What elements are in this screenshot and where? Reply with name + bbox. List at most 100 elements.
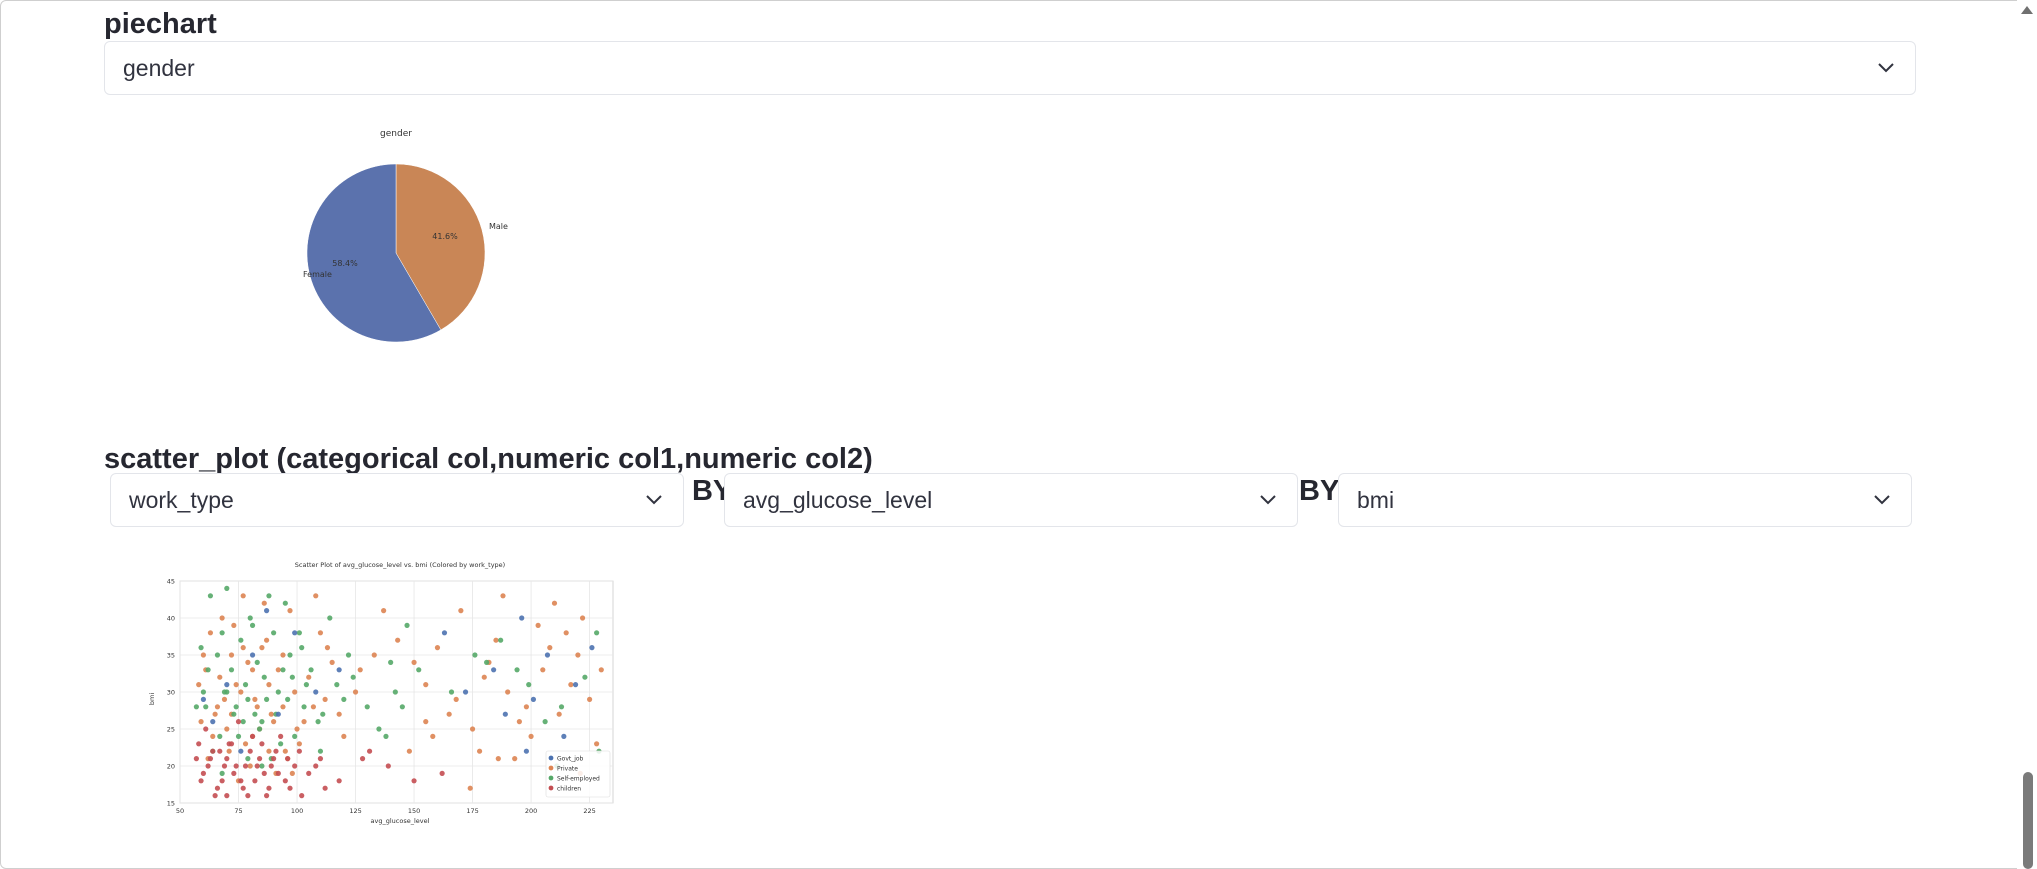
scatter-point-children — [264, 793, 270, 799]
scatter-point-self-employed — [364, 704, 370, 710]
scatter-point-private — [249, 667, 256, 673]
scatter-point-children — [266, 785, 272, 791]
scatter-numeric2-select[interactable]: bmi — [1338, 473, 1912, 527]
piechart-column-select[interactable]: gender — [104, 41, 1916, 95]
scatter-point-children — [385, 763, 391, 769]
scatter-point-private — [329, 659, 335, 665]
scatter-point-children — [245, 793, 251, 799]
scatter-point-govt_job — [441, 630, 448, 636]
scatter-point-self-employed — [252, 711, 258, 717]
scroll-up-arrow-icon[interactable] — [2021, 6, 2033, 14]
scatter-point-private — [357, 667, 363, 673]
scrollbar-thumb[interactable] — [2023, 772, 2033, 869]
scatter-point-self-employed — [334, 682, 340, 688]
scatter-point-self-employed — [308, 667, 314, 673]
scatter-point-private — [228, 652, 235, 658]
scatter-point-self-employed — [256, 726, 263, 732]
scatter-point-private — [594, 741, 600, 747]
scatter-point-private — [336, 711, 342, 717]
scatter-point-self-employed — [376, 726, 382, 732]
legend-marker — [548, 775, 554, 781]
scatter-point-children — [238, 778, 244, 784]
legend-label: Govt_job — [557, 755, 584, 762]
legend-label: children — [557, 785, 581, 792]
scatter-point-private — [556, 711, 562, 717]
legend-label: Self-employed — [557, 775, 600, 782]
scatter-point-children — [224, 756, 230, 762]
chevron-down-icon — [1871, 489, 1893, 511]
scatter-point-govt_job — [572, 682, 579, 688]
scatter-point-self-employed — [259, 719, 265, 725]
scatter-select3-value: bmi — [1357, 486, 1395, 513]
scatter-point-self-employed — [399, 704, 405, 710]
scatter-point-self-employed — [231, 711, 237, 717]
scatter-point-private — [551, 600, 558, 606]
scatter-point-self-employed — [448, 689, 455, 695]
scatter-point-private — [219, 615, 225, 621]
scatter-point-private — [423, 719, 429, 725]
scatter-point-private — [240, 645, 246, 651]
scatter-point-self-employed — [242, 682, 249, 688]
scatter-point-self-employed — [247, 615, 253, 621]
scatter-point-self-employed — [315, 719, 321, 725]
x-tick-label: 175 — [466, 807, 478, 815]
scatter-point-self-employed — [388, 659, 394, 665]
pie-chart: gender Male Female 41.6% 58.4% — [303, 129, 508, 343]
legend-marker — [548, 765, 554, 771]
scatter-ylabel: bmi — [148, 693, 156, 705]
scatter-point-private — [292, 689, 298, 695]
scatter-point-children — [411, 778, 417, 784]
scatter-point-private — [261, 600, 267, 606]
scatter-point-children — [292, 763, 298, 769]
scatter-point-children — [235, 719, 242, 725]
scatter-point-private — [226, 748, 232, 754]
scatter-point-private — [264, 637, 270, 643]
scatter-point-self-employed — [542, 719, 548, 725]
scatter-point-private — [540, 667, 546, 673]
scatter-point-private — [271, 719, 277, 725]
chevron-down-icon — [1875, 57, 1897, 79]
scatter-point-govt_job — [292, 630, 298, 636]
scatter-point-children — [275, 770, 281, 776]
scatter-point-govt_job — [264, 608, 270, 614]
scatter-point-self-employed — [217, 733, 223, 739]
pie-label-male: Male — [489, 222, 508, 231]
scatter-point-private — [238, 689, 244, 695]
scatter-point-children — [196, 741, 202, 747]
scatter-point-private — [259, 645, 265, 651]
x-tick-label: 50 — [176, 807, 184, 815]
scatter-point-children — [287, 785, 293, 791]
scatter-point-children — [259, 741, 265, 747]
scatter-point-children — [439, 770, 445, 776]
scatter-point-private — [500, 593, 506, 599]
scatter-point-self-employed — [198, 645, 204, 651]
scatter-point-private — [214, 704, 221, 710]
scatter-point-self-employed — [320, 711, 326, 717]
scatter-point-govt_job — [491, 667, 497, 673]
scatter-point-private — [505, 689, 511, 695]
scatter-point-private — [547, 645, 553, 651]
pie-pct-female: 58.4% — [332, 259, 358, 268]
scatter-point-govt_job — [589, 645, 595, 651]
scatter-category-select[interactable]: work_type — [110, 473, 684, 527]
scatter-point-private — [254, 704, 260, 710]
scatter-xlabel: avg_glucose_level — [371, 817, 430, 825]
scatter-point-private — [313, 593, 319, 599]
scatter-point-private — [196, 682, 202, 688]
scatter-point-private — [207, 630, 214, 636]
scatter-point-govt_job — [249, 652, 256, 658]
scatter-point-children — [219, 778, 225, 784]
scatter-point-self-employed — [264, 696, 270, 702]
scatter-point-private — [458, 608, 464, 614]
vertical-scrollbar[interactable] — [2017, 0, 2037, 869]
scatter-point-self-employed — [416, 667, 422, 673]
scatter-point-children — [306, 770, 312, 776]
scatter-numeric1-select[interactable]: avg_glucose_level — [724, 473, 1298, 527]
scatter-select2-value: avg_glucose_level — [743, 486, 933, 513]
scatter-point-self-employed — [245, 696, 251, 702]
scatter-point-self-employed — [235, 733, 242, 739]
x-tick-label: 150 — [408, 807, 420, 815]
scatter-point-private — [352, 689, 359, 695]
piechart-select-value: gender — [123, 54, 195, 81]
scatter-chart: Scatter Plot of avg_glucose_level vs. bm… — [148, 561, 614, 825]
